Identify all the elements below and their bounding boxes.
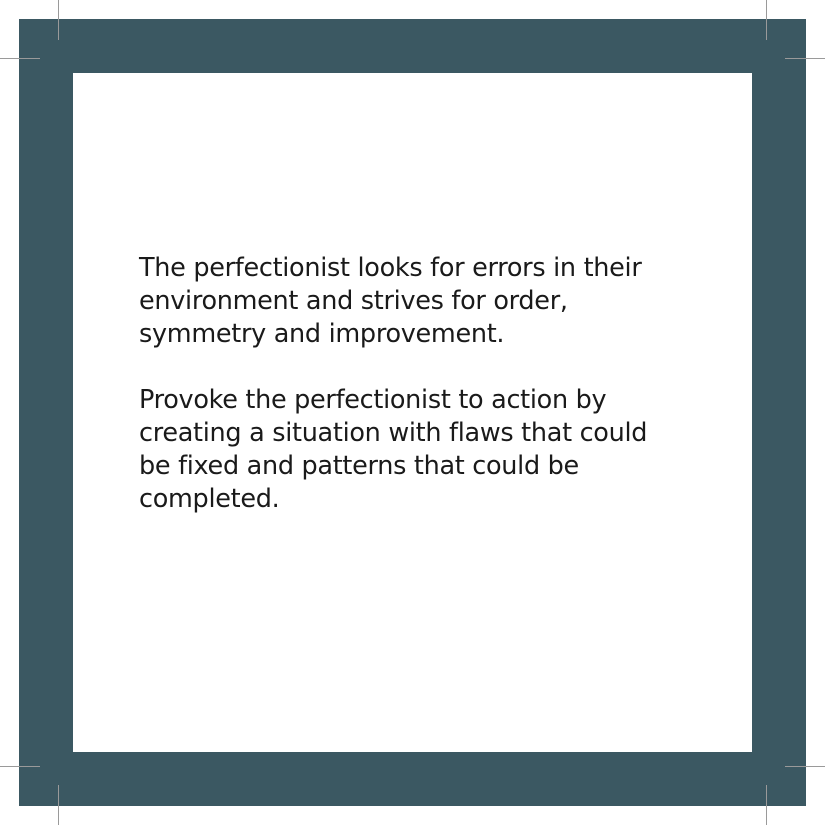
crop-mark-bottom-right-vertical <box>766 785 767 825</box>
crop-mark-top-right-horizontal <box>785 58 825 59</box>
crop-mark-bottom-left-vertical <box>58 785 59 825</box>
card-paragraph-1: The perfectionist looks for errors in th… <box>139 253 642 349</box>
card-body-text: The perfectionist looks for errors in th… <box>139 252 679 516</box>
crop-mark-bottom-left-horizontal <box>0 766 40 767</box>
card-paragraph-2: Provoke the perfectionist to action by c… <box>139 385 648 514</box>
crop-mark-bottom-right-horizontal <box>785 766 825 767</box>
crop-mark-top-left-horizontal <box>0 58 40 59</box>
crop-mark-top-left-vertical <box>58 0 59 40</box>
print-card-page: The perfectionist looks for errors in th… <box>0 0 825 825</box>
crop-mark-top-right-vertical <box>766 0 767 40</box>
